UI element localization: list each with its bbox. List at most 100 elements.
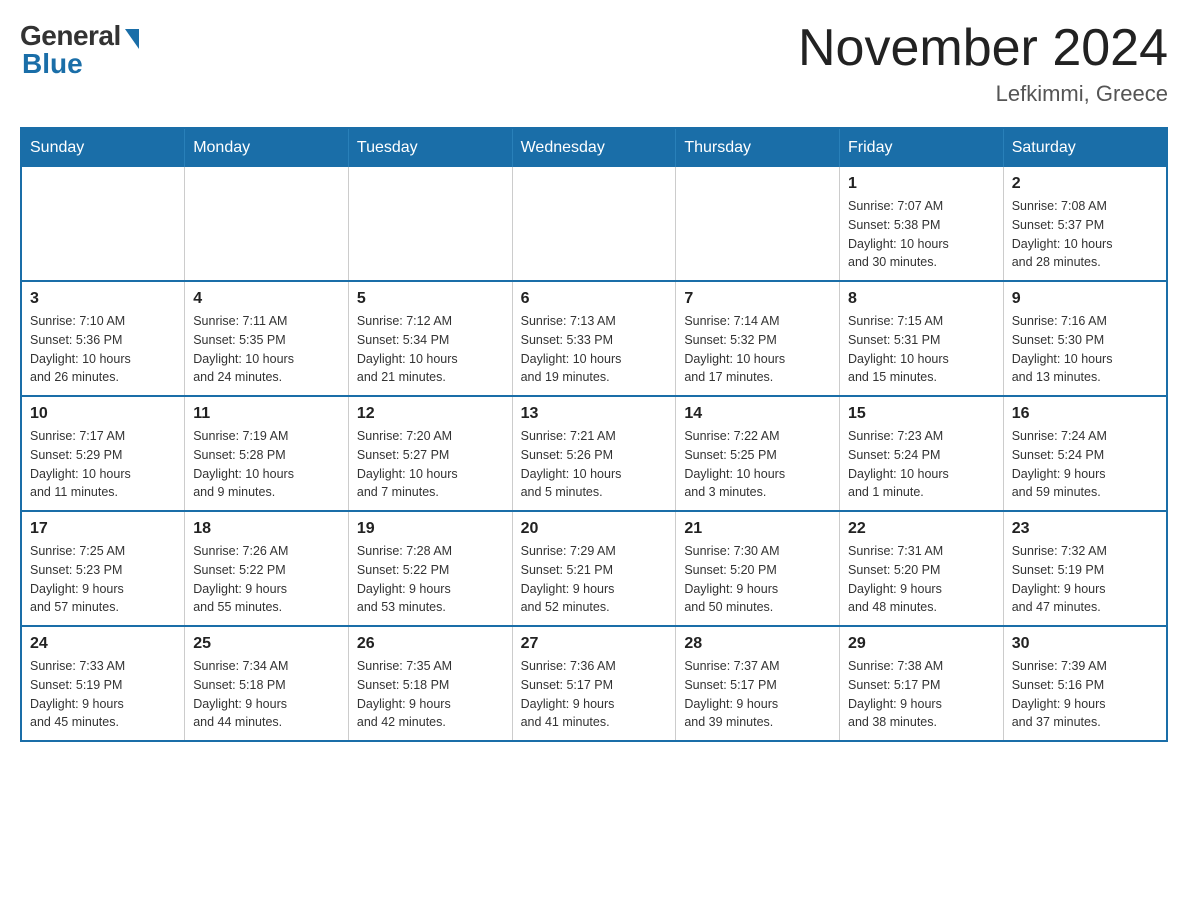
day-number: 13 xyxy=(521,405,668,423)
day-info: Sunrise: 7:14 AM Sunset: 5:32 PM Dayligh… xyxy=(684,312,831,387)
calendar-cell: 7 Sunrise: 7:14 AM Sunset: 5:32 PM Daylig… xyxy=(676,281,840,396)
day-info: Sunrise: 7:33 AM Sunset: 5:19 PM Dayligh… xyxy=(30,657,176,732)
day-number: 2 xyxy=(1012,175,1158,193)
calendar-cell: 4 Sunrise: 7:11 AM Sunset: 5:35 PM Daylig… xyxy=(185,281,349,396)
day-info: Sunrise: 7:37 AM Sunset: 5:17 PM Dayligh… xyxy=(684,657,831,732)
title-section: November 2024 Lefkimmi, Greece xyxy=(798,20,1168,107)
calendar-cell: 13 Sunrise: 7:21 AM Sunset: 5:26 PM Dayli… xyxy=(512,396,676,511)
day-number: 20 xyxy=(521,520,668,538)
day-number: 29 xyxy=(848,635,995,653)
calendar-week-row: 24 Sunrise: 7:33 AM Sunset: 5:19 PM Dayli… xyxy=(21,626,1167,741)
day-info: Sunrise: 7:25 AM Sunset: 5:23 PM Dayligh… xyxy=(30,542,176,617)
calendar-cell: 6 Sunrise: 7:13 AM Sunset: 5:33 PM Daylig… xyxy=(512,281,676,396)
day-info: Sunrise: 7:12 AM Sunset: 5:34 PM Dayligh… xyxy=(357,312,504,387)
day-number: 28 xyxy=(684,635,831,653)
calendar-cell: 5 Sunrise: 7:12 AM Sunset: 5:34 PM Daylig… xyxy=(348,281,512,396)
logo-arrow-icon xyxy=(125,29,139,49)
calendar-week-row: 17 Sunrise: 7:25 AM Sunset: 5:23 PM Dayli… xyxy=(21,511,1167,626)
calendar-week-row: 3Sunrise: 7:10 AM Sunset: 5:36 PM Daylig… xyxy=(21,281,1167,396)
calendar-cell: 1 Sunrise: 7:07 AM Sunset: 5:38 PM Daylig… xyxy=(840,167,1004,281)
day-number: 5 xyxy=(357,290,504,308)
calendar-cell: 29 Sunrise: 7:38 AM Sunset: 5:17 PM Dayli… xyxy=(840,626,1004,741)
calendar-cell: 12 Sunrise: 7:20 AM Sunset: 5:27 PM Dayli… xyxy=(348,396,512,511)
day-number: 9 xyxy=(1012,290,1158,308)
day-info: Sunrise: 7:31 AM Sunset: 5:20 PM Dayligh… xyxy=(848,542,995,617)
calendar-cell xyxy=(185,167,349,281)
calendar-cell: 20 Sunrise: 7:29 AM Sunset: 5:21 PM Dayli… xyxy=(512,511,676,626)
calendar-cell: 17 Sunrise: 7:25 AM Sunset: 5:23 PM Dayli… xyxy=(21,511,185,626)
calendar-cell: 19Sunrise: 7:28 AM Sunset: 5:22 PM Dayli… xyxy=(348,511,512,626)
month-title: November 2024 xyxy=(798,20,1168,77)
calendar-cell xyxy=(676,167,840,281)
day-of-week-header: Friday xyxy=(840,128,1004,167)
calendar-cell: 2 Sunrise: 7:08 AM Sunset: 5:37 PM Daylig… xyxy=(1003,167,1167,281)
day-of-week-header: Saturday xyxy=(1003,128,1167,167)
day-number: 27 xyxy=(521,635,668,653)
calendar-cell: 18Sunrise: 7:26 AM Sunset: 5:22 PM Dayli… xyxy=(185,511,349,626)
day-number: 19 xyxy=(357,520,504,538)
day-info: Sunrise: 7:34 AM Sunset: 5:18 PM Dayligh… xyxy=(193,657,340,732)
day-info: Sunrise: 7:19 AM Sunset: 5:28 PM Dayligh… xyxy=(193,427,340,502)
calendar-cell: 11 Sunrise: 7:19 AM Sunset: 5:28 PM Dayli… xyxy=(185,396,349,511)
calendar-table: SundayMondayTuesdayWednesdayThursdayFrid… xyxy=(20,127,1168,742)
calendar-cell: 27 Sunrise: 7:36 AM Sunset: 5:17 PM Dayli… xyxy=(512,626,676,741)
day-info: Sunrise: 7:30 AM Sunset: 5:20 PM Dayligh… xyxy=(684,542,831,617)
day-info: Sunrise: 7:16 AM Sunset: 5:30 PM Dayligh… xyxy=(1012,312,1158,387)
day-number: 30 xyxy=(1012,635,1158,653)
day-number: 24 xyxy=(30,635,176,653)
day-info: Sunrise: 7:39 AM Sunset: 5:16 PM Dayligh… xyxy=(1012,657,1158,732)
day-info: Sunrise: 7:35 AM Sunset: 5:18 PM Dayligh… xyxy=(357,657,504,732)
day-number: 26 xyxy=(357,635,504,653)
day-info: Sunrise: 7:11 AM Sunset: 5:35 PM Dayligh… xyxy=(193,312,340,387)
day-info: Sunrise: 7:32 AM Sunset: 5:19 PM Dayligh… xyxy=(1012,542,1158,617)
day-number: 23 xyxy=(1012,520,1158,538)
day-info: Sunrise: 7:22 AM Sunset: 5:25 PM Dayligh… xyxy=(684,427,831,502)
day-info: Sunrise: 7:29 AM Sunset: 5:21 PM Dayligh… xyxy=(521,542,668,617)
day-of-week-header: Sunday xyxy=(21,128,185,167)
day-number: 17 xyxy=(30,520,176,538)
calendar-cell: 26 Sunrise: 7:35 AM Sunset: 5:18 PM Dayli… xyxy=(348,626,512,741)
day-number: 21 xyxy=(684,520,831,538)
day-info: Sunrise: 7:08 AM Sunset: 5:37 PM Dayligh… xyxy=(1012,197,1158,272)
day-number: 10 xyxy=(30,405,176,423)
calendar-week-row: 1 Sunrise: 7:07 AM Sunset: 5:38 PM Daylig… xyxy=(21,167,1167,281)
day-of-week-header: Tuesday xyxy=(348,128,512,167)
day-info: Sunrise: 7:21 AM Sunset: 5:26 PM Dayligh… xyxy=(521,427,668,502)
day-of-week-header: Monday xyxy=(185,128,349,167)
day-number: 6 xyxy=(521,290,668,308)
day-info: Sunrise: 7:36 AM Sunset: 5:17 PM Dayligh… xyxy=(521,657,668,732)
calendar-cell: 25Sunrise: 7:34 AM Sunset: 5:18 PM Dayli… xyxy=(185,626,349,741)
day-info: Sunrise: 7:13 AM Sunset: 5:33 PM Dayligh… xyxy=(521,312,668,387)
calendar-week-row: 10Sunrise: 7:17 AM Sunset: 5:29 PM Dayli… xyxy=(21,396,1167,511)
calendar-cell: 9 Sunrise: 7:16 AM Sunset: 5:30 PM Daylig… xyxy=(1003,281,1167,396)
day-info: Sunrise: 7:38 AM Sunset: 5:17 PM Dayligh… xyxy=(848,657,995,732)
day-info: Sunrise: 7:23 AM Sunset: 5:24 PM Dayligh… xyxy=(848,427,995,502)
day-info: Sunrise: 7:26 AM Sunset: 5:22 PM Dayligh… xyxy=(193,542,340,617)
day-number: 22 xyxy=(848,520,995,538)
calendar-cell: 3Sunrise: 7:10 AM Sunset: 5:36 PM Daylig… xyxy=(21,281,185,396)
day-number: 14 xyxy=(684,405,831,423)
logo-blue-text: Blue xyxy=(22,48,83,80)
day-info: Sunrise: 7:24 AM Sunset: 5:24 PM Dayligh… xyxy=(1012,427,1158,502)
calendar-cell: 21 Sunrise: 7:30 AM Sunset: 5:20 PM Dayli… xyxy=(676,511,840,626)
day-number: 15 xyxy=(848,405,995,423)
day-number: 7 xyxy=(684,290,831,308)
calendar-cell: 15 Sunrise: 7:23 AM Sunset: 5:24 PM Dayli… xyxy=(840,396,1004,511)
calendar-cell xyxy=(348,167,512,281)
location-subtitle: Lefkimmi, Greece xyxy=(798,81,1168,107)
day-number: 16 xyxy=(1012,405,1158,423)
day-info: Sunrise: 7:07 AM Sunset: 5:38 PM Dayligh… xyxy=(848,197,995,272)
calendar-cell: 10Sunrise: 7:17 AM Sunset: 5:29 PM Dayli… xyxy=(21,396,185,511)
day-of-week-header: Thursday xyxy=(676,128,840,167)
logo: General Blue xyxy=(20,20,139,80)
calendar-cell: 24 Sunrise: 7:33 AM Sunset: 5:19 PM Dayli… xyxy=(21,626,185,741)
calendar-cell xyxy=(512,167,676,281)
day-number: 12 xyxy=(357,405,504,423)
calendar-cell: 8Sunrise: 7:15 AM Sunset: 5:31 PM Daylig… xyxy=(840,281,1004,396)
day-info: Sunrise: 7:20 AM Sunset: 5:27 PM Dayligh… xyxy=(357,427,504,502)
calendar-cell xyxy=(21,167,185,281)
day-number: 11 xyxy=(193,405,340,423)
day-number: 1 xyxy=(848,175,995,193)
day-info: Sunrise: 7:10 AM Sunset: 5:36 PM Dayligh… xyxy=(30,312,176,387)
day-number: 4 xyxy=(193,290,340,308)
